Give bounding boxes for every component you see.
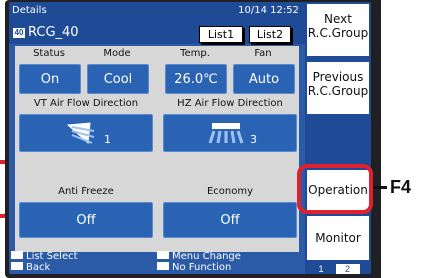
monitor-button[interactable]: Monitor xyxy=(307,216,369,260)
temp-label: Temp. xyxy=(180,48,210,59)
menu-change-text: Menu Change xyxy=(172,251,241,262)
economy-label: Economy xyxy=(206,186,254,197)
fan-label: Fan xyxy=(254,48,272,59)
mode-label: Mode xyxy=(103,48,131,59)
page-1: 1 xyxy=(318,264,324,274)
vt-airflow-value: 1 xyxy=(104,133,111,146)
next-group-button[interactable]: Next R.C.Group xyxy=(307,4,369,56)
group-name: RCG_40 xyxy=(28,25,79,40)
datetime: 10/14 12:52 xyxy=(238,5,299,16)
function-key-column: Next R.C.Group Previous R.C.Group Operat… xyxy=(305,2,371,274)
back-text: Back xyxy=(26,262,51,273)
list-select-hint: List Select xyxy=(11,251,78,262)
list1-button[interactable]: List1 xyxy=(199,26,243,43)
f4-callout-label: F4 xyxy=(390,177,412,197)
list-select-text: List Select xyxy=(26,251,78,262)
horizontal-airflow-icon xyxy=(208,123,244,144)
previous-group-line1: Previous xyxy=(312,70,364,84)
list2-button[interactable]: List2 xyxy=(249,26,291,43)
status-tile[interactable]: On xyxy=(19,64,81,94)
callout-connector xyxy=(373,186,387,189)
previous-group-button[interactable]: Previous R.C.Group xyxy=(307,62,369,114)
fan-tile[interactable]: Auto xyxy=(233,64,295,94)
title-bar: Details 10/14 12:52 xyxy=(9,2,305,22)
menu-change-hint: Menu Change xyxy=(157,251,241,262)
group-icon: 40 xyxy=(13,28,25,38)
left-right-arrows-icon xyxy=(11,251,23,259)
enter-key-icon xyxy=(157,262,169,270)
next-group-line2: R.C.Group xyxy=(307,26,369,40)
no-function-hint: No Function xyxy=(157,262,231,273)
page-indicator: 1 2 xyxy=(309,264,360,274)
hz-airflow-tile[interactable]: 3 xyxy=(163,114,297,152)
next-group-line1: Next xyxy=(324,12,352,26)
operation-callout-frame xyxy=(297,164,373,214)
lcd-screen: Details 10/14 12:52 40 RCG_40 List1 List… xyxy=(9,2,371,274)
group-row: 40 RCG_40 List1 List2 xyxy=(9,22,305,44)
economy-tile[interactable]: Off xyxy=(163,202,297,238)
temp-tile[interactable]: 26.0℃ xyxy=(165,64,227,94)
hz-airflow-value: 3 xyxy=(250,133,257,146)
page-2: 2 xyxy=(335,264,360,274)
vt-airflow-label: VT Air Flow Direction xyxy=(33,98,139,109)
no-function-text: No Function xyxy=(172,262,232,273)
vt-airflow-tile[interactable]: 1 xyxy=(19,114,153,152)
settings-panel: Status Mode Temp. Fan On Cool 26.0℃ Auto… xyxy=(15,46,299,252)
status-label: Status xyxy=(33,48,65,59)
page-title: Details xyxy=(12,5,47,16)
mode-tile[interactable]: Cool xyxy=(87,64,149,94)
anti-freeze-tile[interactable]: Off xyxy=(19,202,153,238)
hz-airflow-label: HZ Air Flow Direction xyxy=(177,98,283,109)
anti-freeze-label: Anti Freeze xyxy=(58,186,114,197)
vertical-airflow-icon xyxy=(66,122,95,145)
previous-group-line2: R.C.Group xyxy=(307,84,369,98)
back-key-icon xyxy=(11,262,23,270)
menu-key-icon xyxy=(157,251,169,259)
back-hint: Back xyxy=(11,262,50,273)
